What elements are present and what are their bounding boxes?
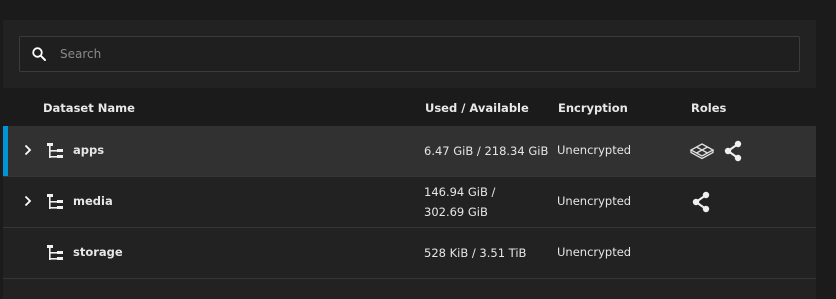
table-header: Dataset Name Used / Available Encryption… (3, 88, 816, 126)
used-available-value-cont: 302.69 GiB (424, 205, 488, 219)
chevron-right-icon[interactable] (22, 144, 34, 156)
dataset-name: storage (73, 245, 123, 259)
dataset-tree-icon (47, 245, 63, 260)
used-available: 528 KiB / 3.51 TiB (424, 243, 552, 263)
used-available-value: 146.94 GiB / (424, 185, 496, 199)
search-input[interactable] (60, 37, 780, 71)
dataset-name: apps (73, 143, 105, 157)
search-icon (32, 47, 46, 61)
chevron-right-icon[interactable] (22, 195, 34, 207)
share-icon (724, 140, 742, 162)
used-available: 6.47 GiB / 218.34 GiB (424, 141, 552, 161)
column-header-used-available[interactable]: Used / Available (425, 101, 529, 115)
used-available: 146.94 GiB / 302.69 GiB (424, 182, 552, 222)
dataset-tree-icon (47, 194, 63, 209)
used-available-value: 528 KiB / 3.51 TiB (424, 246, 527, 260)
search-box[interactable] (19, 36, 800, 72)
datasets-panel: Dataset Name Used / Available Encryption… (3, 20, 816, 299)
column-header-encryption[interactable]: Encryption (558, 101, 628, 115)
apps-cluster-icon (689, 143, 715, 160)
encryption-status: Unencrypted (557, 143, 632, 157)
dataset-name: media (73, 194, 113, 208)
used-available-value: 6.47 GiB / 218.34 GiB (424, 144, 549, 158)
table-row-media[interactable]: media 146.94 GiB / 302.69 GiB Unencrypte… (3, 177, 816, 228)
encryption-status: Unencrypted (557, 194, 632, 208)
share-icon (692, 191, 710, 213)
column-header-dataset-name[interactable]: Dataset Name (43, 101, 135, 115)
dataset-tree-icon (47, 143, 63, 158)
table-row-apps[interactable]: apps 6.47 GiB / 218.34 GiB Unencrypted (3, 126, 816, 177)
table-row-storage[interactable]: storage 528 KiB / 3.51 TiB Unencrypted (3, 228, 816, 279)
selected-row-indicator (3, 126, 8, 176)
encryption-status: Unencrypted (557, 245, 632, 259)
column-header-roles: Roles (691, 101, 727, 115)
